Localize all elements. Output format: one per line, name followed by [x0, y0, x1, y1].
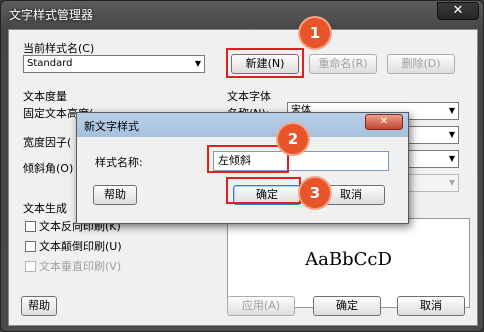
text-metrics-group-title: 文本度量 [23, 88, 67, 104]
chevron-down-icon: ▼ [448, 178, 455, 187]
width-factor-label: 宽度因子( [23, 136, 72, 149]
current-style-value: Standard [27, 58, 73, 69]
delete-style-button[interactable]: 删除(D) [387, 54, 455, 74]
current-style-label: 当前样式名(C) [23, 42, 95, 55]
checkbox-box [25, 221, 36, 232]
chevron-down-icon: ▼ [448, 130, 455, 139]
step-badge-3: 3 [300, 178, 330, 208]
ok-button[interactable]: 确定 [313, 296, 381, 316]
current-style-dropdown[interactable]: Standard ▼ [23, 55, 205, 73]
cancel-button[interactable]: 取消 [397, 296, 465, 316]
help-button[interactable]: 帮助 [21, 296, 57, 316]
window-title: 文字样式管理器 [9, 8, 94, 22]
dialog-title: 新文字样式 [84, 120, 139, 133]
dialog-titlebar: 新文字样式 ✕ [77, 113, 408, 137]
highlight-ok-button [226, 177, 301, 204]
oblique-angle-label: 倾斜角(O) [23, 162, 74, 175]
step-badge-2: 2 [278, 124, 308, 154]
style-preview: AaBbCcD [227, 218, 470, 308]
dialog-close-button[interactable]: ✕ [365, 114, 403, 130]
preview-text: AaBbCcD [305, 249, 392, 270]
text-generation-group-title: 文本生成 [23, 200, 67, 216]
chevron-down-icon: ▼ [194, 59, 201, 68]
highlight-new-button [226, 48, 304, 78]
checkbox-box [25, 261, 36, 272]
vertical-checkbox[interactable]: 文本垂直印刷(V) [25, 258, 121, 274]
checkbox-box [25, 241, 36, 252]
upside-down-label: 文本颠倒印刷(U) [39, 240, 122, 253]
chevron-down-icon: ▼ [448, 106, 455, 115]
dialog-help-button[interactable]: 帮助 [93, 185, 137, 205]
apply-button[interactable]: 应用(A) [227, 296, 295, 316]
upside-down-checkbox[interactable]: 文本颠倒印刷(U) [25, 238, 122, 254]
window-close-button[interactable]: ✕ [437, 2, 479, 20]
text-font-group-title: 文本字体 [227, 88, 271, 104]
chevron-down-icon: ▼ [448, 154, 455, 163]
style-name-label: 样式名称: [95, 156, 143, 169]
rename-style-button[interactable]: 重命名(R) [309, 54, 377, 74]
highlight-style-name [207, 145, 289, 173]
vertical-label: 文本垂直印刷(V) [39, 260, 122, 273]
step-badge-1: 1 [300, 18, 330, 48]
